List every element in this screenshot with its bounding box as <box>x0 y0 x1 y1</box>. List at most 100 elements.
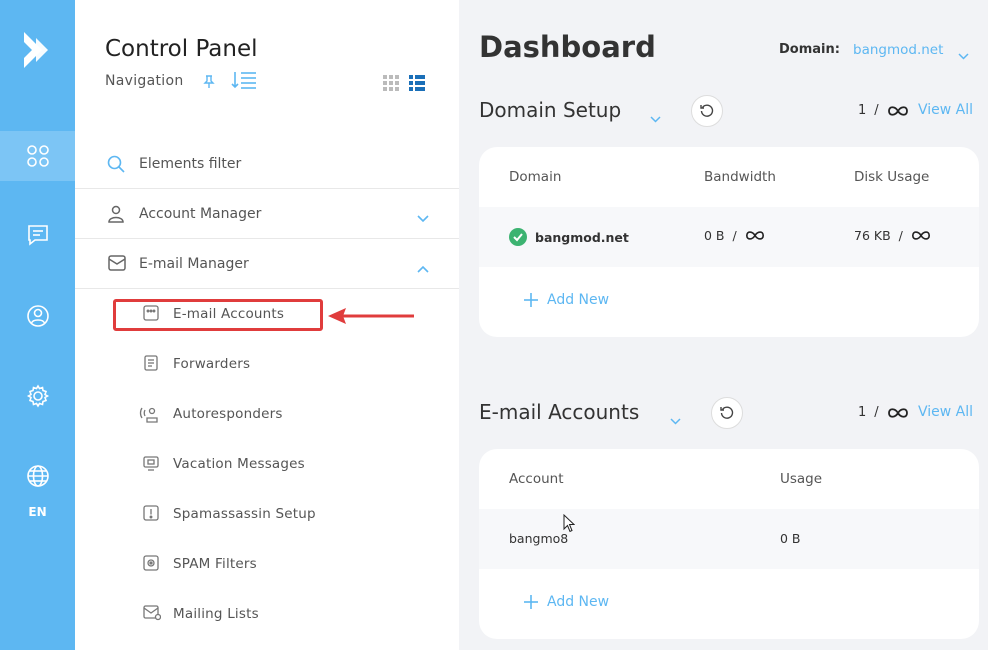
chevron-up-icon[interactable] <box>417 258 429 277</box>
highlight-box <box>113 299 323 331</box>
email-accounts-title: E-mail Accounts <box>479 400 640 424</box>
chevron-down-icon[interactable] <box>958 45 969 64</box>
chevron-down-icon[interactable] <box>417 208 429 227</box>
section-email-manager[interactable]: E-mail Manager <box>75 239 459 289</box>
domain-cell[interactable]: bangmod.net <box>509 228 629 246</box>
refresh-icon <box>720 406 734 419</box>
rail-settings[interactable] <box>0 371 75 421</box>
rail-language[interactable] <box>0 451 75 501</box>
count-value: 1 <box>858 103 867 118</box>
bandwidth-value: 0 B <box>704 228 725 243</box>
table-row[interactable]: bangmod.net 0 B / 76 KB / <box>479 207 979 267</box>
pin-icon[interactable] <box>203 74 215 93</box>
logo-icon[interactable] <box>0 28 75 72</box>
mailing-list-icon <box>143 605 162 625</box>
count-value: 1 <box>858 405 867 420</box>
disk-usage-cell: 76 KB / <box>854 228 931 243</box>
add-domain-button[interactable]: Add New <box>523 292 609 308</box>
check-circle-icon <box>509 228 527 246</box>
refresh-icon <box>700 104 714 117</box>
infinity-icon <box>745 231 764 240</box>
nav-item-label: Autoresponders <box>173 406 283 422</box>
value-separator: / <box>732 228 737 243</box>
count-separator: / <box>874 405 879 420</box>
panel-title: Control Panel <box>105 36 258 62</box>
domain-setup-title: Domain Setup <box>479 98 622 122</box>
rail-account[interactable] <box>0 291 75 341</box>
column-header[interactable]: Domain <box>509 169 561 185</box>
count-separator: / <box>874 103 879 118</box>
messages-icon <box>27 225 48 246</box>
domain-selector[interactable]: bangmod.net <box>853 42 943 58</box>
chevron-down-icon[interactable] <box>670 410 681 429</box>
section-label: Account Manager <box>139 206 262 222</box>
grid-view-icon[interactable] <box>383 75 399 95</box>
search-icon <box>107 155 125 177</box>
bandwidth-cell: 0 B / <box>704 228 765 243</box>
rail-messages[interactable] <box>0 210 75 260</box>
value-separator: / <box>898 228 903 243</box>
email-view-all-link[interactable]: View All <box>918 404 973 420</box>
list-view-icon[interactable] <box>409 75 425 95</box>
column-header[interactable]: Disk Usage <box>854 169 929 185</box>
nav-spamassassin-setup[interactable]: Spamassassin Setup <box>75 497 459 531</box>
nav-vacation-messages[interactable]: Vacation Messages <box>75 447 459 481</box>
panel-subtitle: Navigation <box>105 73 184 89</box>
nav-item-label: Vacation Messages <box>173 456 305 472</box>
email-counter: 1 / <box>858 405 909 420</box>
mouse-cursor-icon <box>563 513 576 537</box>
section-account-manager[interactable]: Account Manager <box>75 189 459 239</box>
nav-spam-filters[interactable]: SPAM Filters <box>75 547 459 581</box>
settings-icon <box>26 384 49 408</box>
plus-icon <box>524 595 538 609</box>
add-new-label: Add New <box>547 292 610 308</box>
refresh-button[interactable] <box>691 95 723 127</box>
table-row[interactable]: bangmo8 0 B <box>479 509 979 569</box>
autoresponder-icon <box>139 405 161 427</box>
nav-item-label: Forwarders <box>173 356 251 372</box>
add-new-label: Add New <box>547 594 610 610</box>
nav-item-label: Spamassassin Setup <box>173 506 316 522</box>
vacation-icon <box>143 455 159 475</box>
page-title: Dashboard <box>479 30 656 64</box>
dashboard-icon <box>26 145 49 167</box>
infinity-icon <box>887 105 908 116</box>
email-accounts-card: Account Usage bangmo8 0 B Add New <box>479 449 979 639</box>
arrow-left-icon <box>326 305 416 331</box>
nav-autoresponders[interactable]: Autoresponders <box>75 397 459 431</box>
filter-placeholder: Elements filter <box>139 156 242 172</box>
section-label: E-mail Manager <box>139 256 249 272</box>
refresh-button[interactable] <box>711 397 743 429</box>
filter-icon <box>143 555 159 575</box>
nav-item-label: Mailing Lists <box>173 606 259 622</box>
chevron-down-icon[interactable] <box>650 108 661 127</box>
column-header[interactable]: Account <box>509 471 564 487</box>
nav-mailing-lists[interactable]: Mailing Lists <box>75 597 459 631</box>
elements-filter[interactable]: Elements filter <box>75 139 459 189</box>
nav-forwarders[interactable]: Forwarders <box>75 347 459 381</box>
usage-cell: 0 B <box>780 531 801 546</box>
envelope-icon <box>108 255 126 275</box>
left-rail: EN <box>0 0 75 650</box>
infinity-icon <box>887 407 908 418</box>
account-cell[interactable]: bangmo8 <box>509 531 568 546</box>
infinity-icon <box>911 231 930 240</box>
plus-icon <box>524 293 538 307</box>
disk-value: 76 KB <box>854 228 891 243</box>
rail-dashboard[interactable] <box>0 131 75 181</box>
domain-view-all-link[interactable]: View All <box>918 102 973 118</box>
forwarders-icon <box>143 355 159 375</box>
main-content: Dashboard Domain: bangmod.net Domain Set… <box>459 0 988 650</box>
domain-name: bangmod.net <box>535 229 629 245</box>
sort-list-icon[interactable] <box>231 70 257 94</box>
add-email-button[interactable]: Add New <box>523 594 609 610</box>
column-header[interactable]: Usage <box>780 471 822 487</box>
domain-counter: 1 / <box>858 103 909 118</box>
column-header[interactable]: Bandwidth <box>704 169 776 185</box>
account-icon <box>26 305 49 327</box>
user-icon <box>108 205 124 227</box>
domain-label: Domain: <box>779 42 840 57</box>
nav-item-label: SPAM Filters <box>173 556 257 572</box>
globe-icon <box>26 465 49 487</box>
language-label[interactable]: EN <box>0 505 75 519</box>
